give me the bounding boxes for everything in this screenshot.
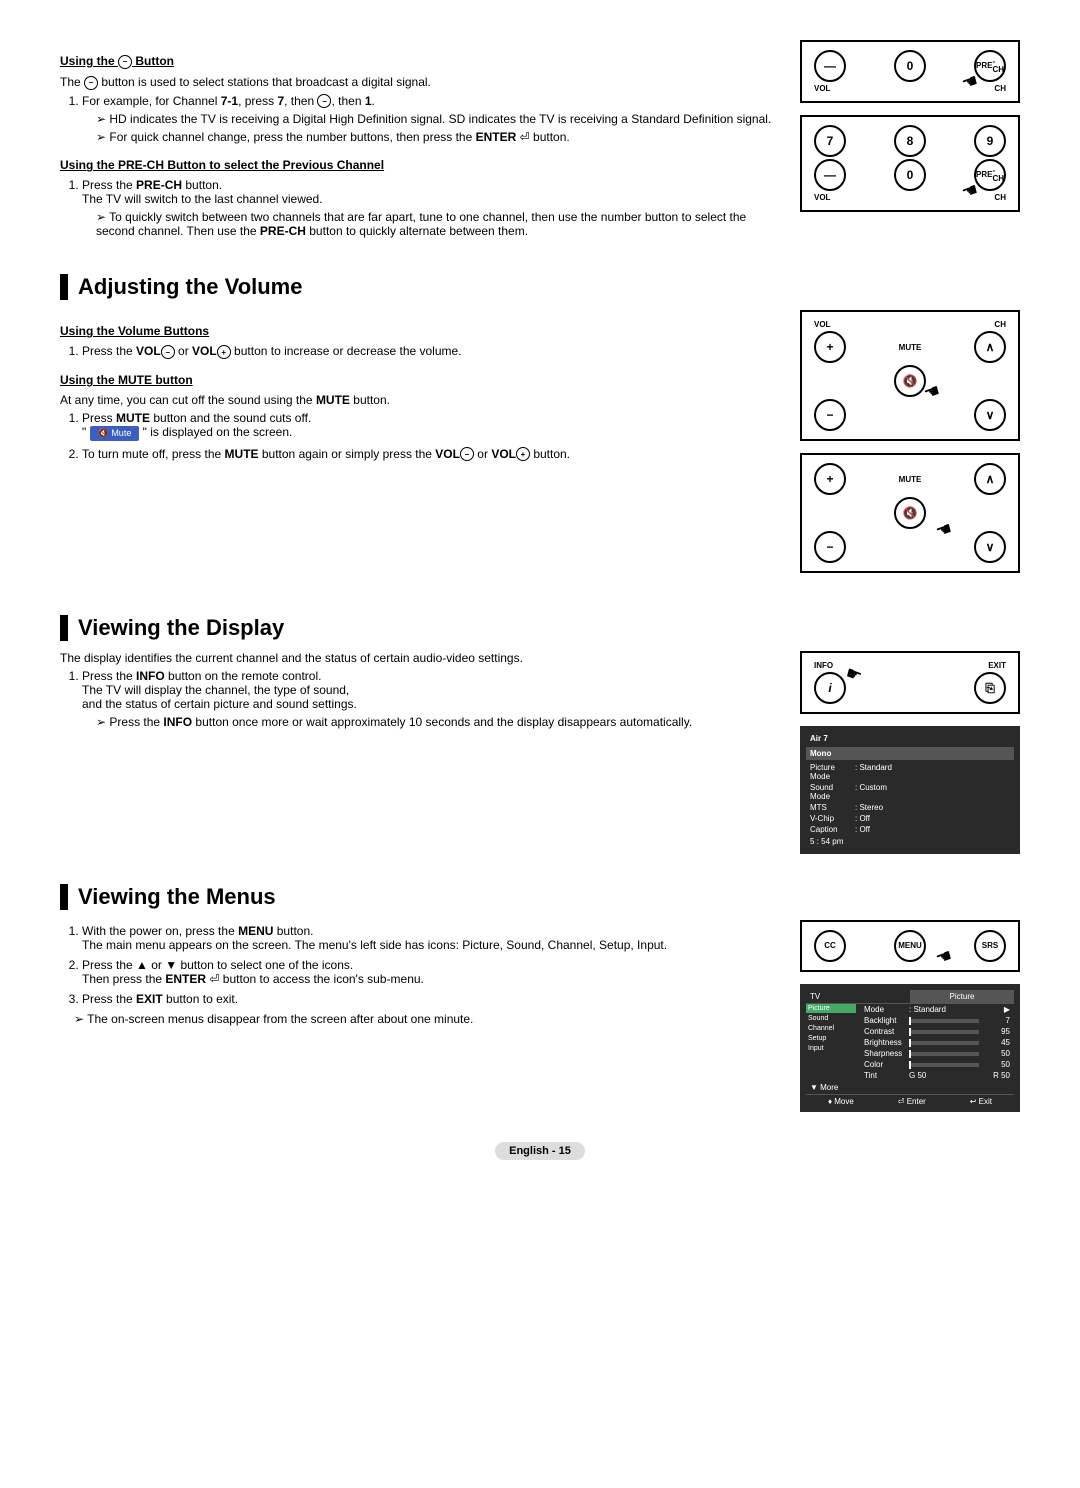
osd-menu-row: Contrast95: [860, 1026, 1014, 1037]
ch-up-btn: ∧: [974, 331, 1006, 363]
osd-menu-row: Mode: Standard▶: [860, 1004, 1014, 1015]
osd-menu-row: Backlight7: [860, 1015, 1014, 1026]
dashbtn-steps: For example, for Channel 7-1, press 7, t…: [60, 94, 780, 145]
dashbtn-step1: For example, for Channel 7-1, press 7, t…: [82, 94, 780, 145]
mute-intro: At any time, you can cut off the sound u…: [60, 393, 780, 407]
footer-page: English - 15: [495, 1142, 585, 1160]
remote-9-btn: 9: [974, 125, 1006, 157]
mute-osd-chip: Mute: [90, 426, 140, 441]
prech-step1: Press the PRE-CH button. The TV will swi…: [82, 178, 780, 238]
osd-info-row: Sound Mode: Custom: [806, 782, 1014, 802]
mute-step1: Press MUTE button and the sound cuts off…: [82, 411, 780, 440]
section-display: Viewing the Display: [60, 615, 1020, 641]
minus-icon: −: [161, 345, 175, 359]
remote-figure-info: INFOEXIT i ⎘ ☛: [800, 651, 1020, 714]
menu-step3: Press the EXIT button to exit.: [82, 992, 780, 1006]
display-intro: The display identifies the current chann…: [60, 651, 780, 665]
remote-prech-btn: PRE-CH: [974, 50, 1006, 82]
cc-btn: CC: [814, 930, 846, 962]
osd-info-row: Caption: Off: [806, 824, 1014, 835]
remote-8-btn: 8: [894, 125, 926, 157]
osd-tab-picture: Picture: [910, 990, 1014, 1003]
osd-menu-row: Sharpness50: [860, 1048, 1014, 1059]
vol-sub1: Using the Volume Buttons: [60, 324, 780, 338]
remote-7-btn: 7: [814, 125, 846, 157]
osd-left-item: Picture: [806, 1004, 856, 1013]
mute-btn: 🔇: [894, 497, 926, 529]
display-note: Press the INFO button once more or wait …: [96, 715, 780, 729]
srs-btn: SRS: [974, 930, 1006, 962]
vol-down-btn: −: [814, 531, 846, 563]
ch-down-btn: ∨: [974, 399, 1006, 431]
section-bar-icon: [60, 615, 68, 641]
vol-down-btn: −: [814, 399, 846, 431]
vol-up-btn: +: [814, 463, 846, 495]
dashbtn-note-hd: HD indicates the TV is receiving a Digit…: [96, 112, 780, 126]
menu-step2: Press the ▲ or ▼ button to select one of…: [82, 958, 780, 986]
display-step1: Press the INFO button on the remote cont…: [82, 669, 780, 729]
mute-btn: 🔇: [894, 365, 926, 397]
minus-icon: −: [460, 447, 474, 461]
osd-left-item: Input: [806, 1044, 856, 1053]
exit-btn: ⎘: [974, 672, 1006, 704]
dash-icon: −: [317, 94, 331, 108]
osd-channel: Air 7: [806, 732, 1014, 745]
remote-figure-mute: + MUTE ∧ 🔇 − ∨ ☚: [800, 453, 1020, 573]
plus-icon: +: [217, 345, 231, 359]
remote-0-btn: 0: [894, 159, 926, 191]
menu-note: The on-screen menus disappear from the s…: [74, 1012, 780, 1026]
osd-sound: Mono: [806, 747, 1014, 760]
osd-left-item: Setup: [806, 1034, 856, 1043]
osd-info-row: MTS: Stereo: [806, 802, 1014, 813]
menu-btn: MENU: [894, 930, 926, 962]
osd-footer-exit: ↩ Exit: [970, 1097, 992, 1106]
section-volume: Adjusting the Volume: [60, 274, 1020, 300]
enter-icon: ⏎: [520, 130, 530, 144]
vol-step1: Press the VOL− or VOL+ button to increas…: [82, 344, 780, 359]
plus-icon: +: [516, 447, 530, 461]
osd-menu-row: Brightness45: [860, 1037, 1014, 1048]
prech-note: To quickly switch between two channels t…: [96, 210, 780, 238]
osd-time: 5 : 54 pm: [806, 835, 1014, 848]
ch-down-btn: ∨: [974, 531, 1006, 563]
osd-tab-tv: TV: [806, 990, 910, 1003]
osd-info-panel: Air 7 Mono Picture Mode: StandardSound M…: [800, 726, 1020, 854]
dashbtn-heading: Using the − Button: [60, 54, 780, 69]
dash-icon: −: [84, 76, 98, 90]
prech-steps: Press the PRE-CH button. The TV will swi…: [60, 178, 780, 238]
osd-menu-panel: TV Picture PictureSoundChannelSetupInput…: [800, 984, 1020, 1112]
section-bar-icon: [60, 884, 68, 910]
mute-step2: To turn mute off, press the MUTE button …: [82, 447, 780, 462]
vol-sub2: Using the MUTE button: [60, 373, 780, 387]
section-menus: Viewing the Menus: [60, 884, 1020, 910]
ch-up-btn: ∧: [974, 463, 1006, 495]
osd-left-item: Sound: [806, 1014, 856, 1023]
enter-icon: ⏎: [209, 972, 219, 986]
osd-more: ▼ More: [806, 1081, 1014, 1094]
remote-figure-volume: VOLCH + MUTE ∧ 🔇 − ∨ ☚: [800, 310, 1020, 441]
remote-prech-btn: PRE-CH: [974, 159, 1006, 191]
remote-dash-btn: —: [814, 50, 846, 82]
osd-info-row: V-Chip: Off: [806, 813, 1014, 824]
remote-0-btn: 0: [894, 50, 926, 82]
osd-menu-row: TintG 50R 50: [860, 1070, 1014, 1081]
dashbtn-note-enter: For quick channel change, press the numb…: [96, 130, 780, 144]
osd-info-row: Picture Mode: Standard: [806, 762, 1014, 782]
osd-menu-row: Color50: [860, 1059, 1014, 1070]
section-bar-icon: [60, 274, 68, 300]
dashbtn-intro: The − button is used to select stations …: [60, 75, 780, 90]
menu-step1: With the power on, press the MENU button…: [82, 924, 780, 952]
remote-figure-menu: CC MENU SRS ☚: [800, 920, 1020, 972]
dash-icon: −: [118, 55, 132, 69]
osd-left-item: Channel: [806, 1024, 856, 1033]
page-footer: English - 15: [60, 1142, 1020, 1160]
remote-figure-numbers: 7 8 9 — 0 PRE-CH VOLCH ☚: [800, 115, 1020, 212]
info-btn: i: [814, 672, 846, 704]
remote-figure-numbers-top: — 0 PRE-CH VOLCH ☚: [800, 40, 1020, 103]
prech-heading: Using the PRE-CH Button to select the Pr…: [60, 158, 780, 172]
osd-footer-move: ♦ Move: [828, 1097, 854, 1106]
vol-up-btn: +: [814, 331, 846, 363]
remote-dash-btn: —: [814, 159, 846, 191]
osd-footer-enter: ⏎ Enter: [898, 1097, 926, 1106]
